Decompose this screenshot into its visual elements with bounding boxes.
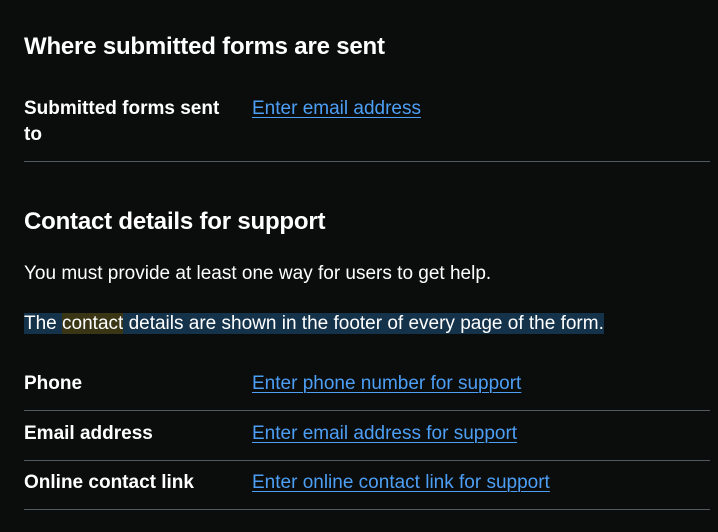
summary-key: Email address bbox=[24, 423, 153, 444]
support-heading: Contact details for support bbox=[24, 208, 326, 235]
enter-online-contact-link[interactable]: Enter online contact link for support bbox=[252, 472, 550, 493]
selected-text: details are shown in the footer of every… bbox=[123, 313, 604, 334]
selected-text: The bbox=[24, 313, 63, 334]
summary-value: Enter phone number for support bbox=[252, 371, 521, 397]
summary-value: Enter email address for support bbox=[252, 421, 517, 447]
summary-row-submission-email: Submitted forms sent to Enter email addr… bbox=[24, 96, 710, 162]
summary-key: Online contact link bbox=[24, 472, 194, 493]
summary-row-email: Email address Enter email address for su… bbox=[24, 420, 710, 461]
support-footer-note: The contact details are shown in the foo… bbox=[24, 311, 604, 337]
enter-support-email-link[interactable]: Enter email address for support bbox=[252, 423, 517, 444]
support-intro: You must provide at least one way for us… bbox=[24, 263, 492, 284]
enter-phone-number-link[interactable]: Enter phone number for support bbox=[252, 373, 521, 394]
submission-heading: Where submitted forms are sent bbox=[24, 33, 385, 60]
summary-key: Phone bbox=[24, 373, 83, 394]
summary-value: Enter online contact link for support bbox=[252, 470, 550, 496]
summary-value: Enter email address bbox=[252, 96, 421, 122]
enter-email-address-link[interactable]: Enter email address bbox=[252, 98, 421, 119]
summary-row-online-contact: Online contact link Enter online contact… bbox=[24, 469, 710, 510]
summary-key: Submitted forms sent to bbox=[24, 98, 220, 145]
summary-row-phone: Phone Enter phone number for support bbox=[24, 370, 710, 411]
search-highlight: contact bbox=[62, 313, 124, 334]
